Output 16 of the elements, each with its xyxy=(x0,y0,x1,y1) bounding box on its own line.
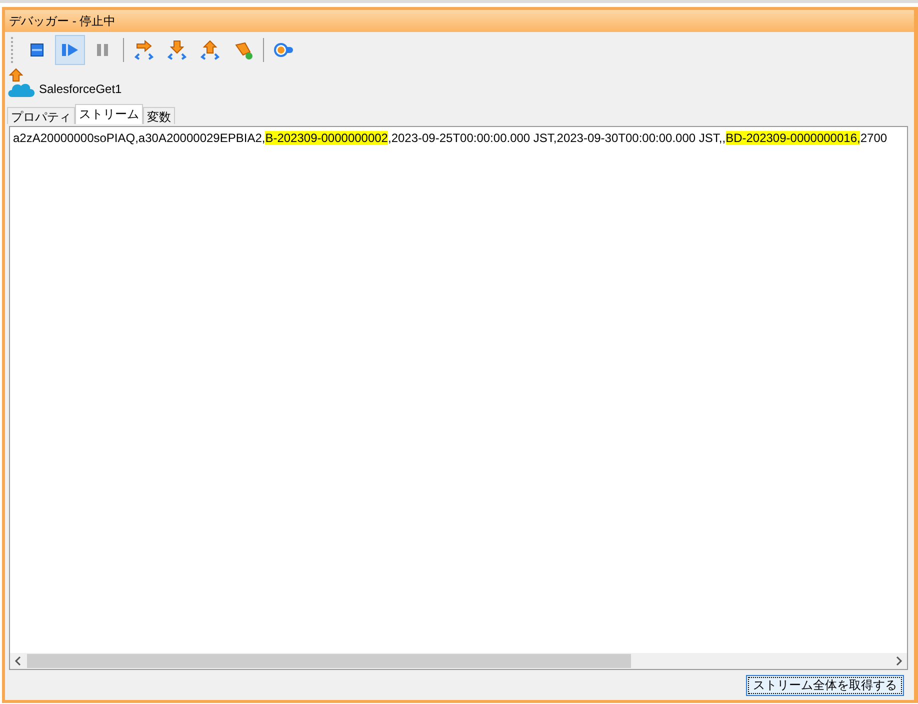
step-over-icon xyxy=(134,40,154,60)
clear-icon xyxy=(233,40,253,60)
tab[interactable]: 変数 xyxy=(143,107,175,124)
resume-button[interactable] xyxy=(55,35,85,65)
stream-text-area[interactable]: a2zA20000000soPIAQ,a30A20000029EPBIA2,B-202309-0000000002,2023-09-25T00:00:00.000 JST,2023-09-30T00:00:00.000 JST,,BD-202309-0000000016,2700 xyxy=(9,126,908,670)
stream-text: a2zA20000000soPIAQ,a30A20000029EPBIA2,B-202309-0000000002,2023-09-25T00:00:00.000 JST,2023-09-30T00:00:00.000 JST,,BD-202309-0000000016,2700 xyxy=(13,131,888,145)
node-label: SalesforceGet1 xyxy=(39,82,122,96)
tab[interactable]: プロパティ xyxy=(7,107,75,124)
horizontal-scrollbar[interactable] xyxy=(10,653,907,669)
window-title: デバッガー - 停止中 xyxy=(5,10,914,32)
fetch-stream-button[interactable]: ストリーム全体を取得する xyxy=(746,674,904,696)
breakpoint-icon xyxy=(274,40,294,60)
step-into-icon xyxy=(167,40,187,60)
up-arrow-icon xyxy=(9,68,23,82)
step-out-icon xyxy=(200,40,220,60)
tab[interactable]: ストリーム xyxy=(75,104,143,124)
